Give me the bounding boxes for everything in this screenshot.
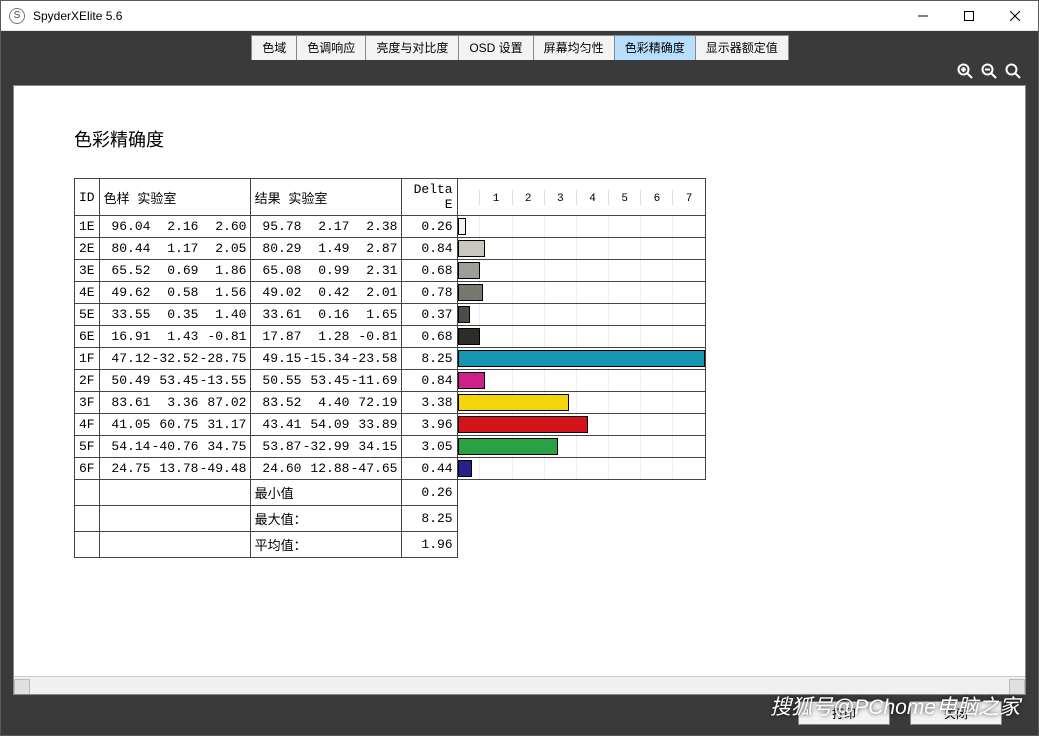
table-row: 3E 65.52 0.69 1.86 65.08 0.99 2.310.68 bbox=[75, 260, 706, 282]
col-result: 结果 实验室 bbox=[250, 179, 401, 216]
table-row: 5E 33.55 0.35 1.40 33.61 0.16 1.650.37 bbox=[75, 304, 706, 326]
stat-row: 最小值0.26 bbox=[75, 480, 706, 506]
table-row: 5F 54.14-40.76 34.75 53.87-32.99 34.153.… bbox=[75, 436, 706, 458]
delta-bar bbox=[458, 262, 480, 279]
minimize-button[interactable] bbox=[900, 1, 946, 31]
titlebar: S SpyderXElite 5.6 bbox=[1, 1, 1038, 31]
delta-bar bbox=[458, 240, 486, 257]
app-icon: S bbox=[9, 8, 25, 24]
table-row: 3F 83.61 3.36 87.02 83.52 4.40 72.193.38 bbox=[75, 392, 706, 414]
col-sample: 色样 实验室 bbox=[99, 179, 250, 216]
col-id: ID bbox=[75, 179, 100, 216]
zoom-fit-icon[interactable] bbox=[1004, 62, 1022, 80]
accuracy-table: ID色样 实验室结果 实验室Delta E12345671E 96.04 2.1… bbox=[74, 178, 706, 558]
delta-bar bbox=[458, 328, 480, 345]
delta-bar bbox=[458, 416, 588, 433]
delta-bar bbox=[458, 394, 569, 411]
delta-bar bbox=[458, 284, 484, 301]
close-panel-button[interactable]: 关闭 bbox=[910, 701, 1002, 725]
horizontal-scrollbar[interactable] bbox=[14, 676, 1025, 694]
zoom-out-icon[interactable] bbox=[980, 62, 998, 80]
section-title: 色彩精确度 bbox=[74, 126, 965, 152]
close-button[interactable] bbox=[992, 1, 1038, 31]
delta-bar bbox=[458, 438, 558, 455]
table-row: 1E 96.04 2.16 2.60 95.78 2.17 2.380.26 bbox=[75, 216, 706, 238]
delta-bar bbox=[458, 460, 472, 477]
zoom-in-icon[interactable] bbox=[956, 62, 974, 80]
delta-bar bbox=[458, 306, 470, 323]
delta-bar bbox=[458, 218, 467, 235]
delta-bar bbox=[458, 350, 705, 367]
col-chart: 1234567 bbox=[457, 179, 705, 216]
delta-bar bbox=[458, 372, 486, 389]
stat-row: 最大值：8.25 bbox=[75, 506, 706, 532]
table-row: 6E 16.91 1.43 -0.81 17.87 1.28 -0.810.68 bbox=[75, 326, 706, 348]
maximize-button[interactable] bbox=[946, 1, 992, 31]
table-row: 4F 41.05 60.75 31.17 43.41 54.09 33.893.… bbox=[75, 414, 706, 436]
col-delta: Delta E bbox=[401, 179, 457, 216]
table-row: 2F 50.49 53.45-13.55 50.55 53.45-11.690.… bbox=[75, 370, 706, 392]
table-row: 1F 47.12-32.52-28.75 49.15-15.34-23.588.… bbox=[75, 348, 706, 370]
table-row: 2E 80.44 1.17 2.05 80.29 1.49 2.870.84 bbox=[75, 238, 706, 260]
print-button[interactable]: 打印 bbox=[798, 701, 890, 725]
window-title: SpyderXElite 5.6 bbox=[33, 9, 122, 23]
table-row: 6F 24.75 13.78-49.48 24.60 12.88-47.650.… bbox=[75, 458, 706, 480]
stat-row: 平均值：1.96 bbox=[75, 532, 706, 558]
table-row: 4E 49.62 0.58 1.56 49.02 0.42 2.010.78 bbox=[75, 282, 706, 304]
